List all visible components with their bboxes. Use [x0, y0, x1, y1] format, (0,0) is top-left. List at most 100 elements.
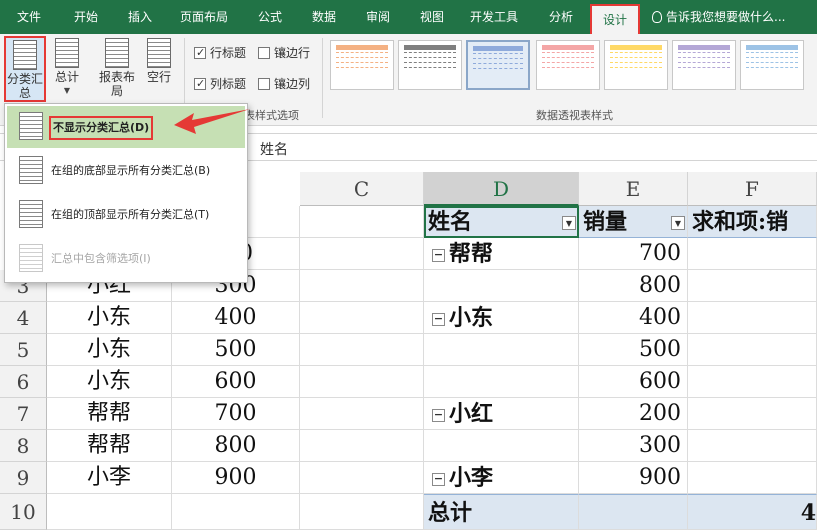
cell-f-empty[interactable] — [688, 462, 817, 494]
tab-review[interactable]: 审阅 — [354, 0, 402, 34]
banded-columns-checkbox[interactable]: 镶边列 — [258, 76, 310, 92]
menu-item-subtotals-bottom[interactable]: 在组的底部显示所有分类汇总(B) — [7, 150, 245, 192]
source-name[interactable]: 帮帮 — [47, 398, 172, 430]
tab-insert[interactable]: 插入 — [116, 0, 164, 34]
cell-f-empty[interactable] — [688, 366, 817, 398]
pivot-group-row[interactable]: − 小东 — [424, 302, 579, 334]
pivot-group-row[interactable] — [424, 430, 579, 462]
source-name[interactable]: 小东 — [47, 366, 172, 398]
cell-f-empty[interactable] — [688, 270, 817, 302]
collapse-icon[interactable]: − — [432, 409, 445, 422]
pivot-group-row[interactable]: − 帮帮 — [424, 238, 579, 270]
pivot-qty[interactable]: 500 — [579, 334, 688, 366]
pivot-qty[interactable]: 300 — [579, 430, 688, 462]
cell-f-empty[interactable] — [688, 238, 817, 270]
pivot-group-row[interactable]: − 小李 — [424, 462, 579, 494]
pivot-qty[interactable]: 200 — [579, 398, 688, 430]
pivot-group-row[interactable] — [424, 270, 579, 302]
row-header[interactable]: 4 — [0, 302, 47, 334]
source-name[interactable]: 小李 — [47, 462, 172, 494]
cell-c-empty[interactable] — [300, 462, 424, 494]
pivot-style-purple[interactable] — [672, 40, 736, 90]
pivot-style-red[interactable] — [536, 40, 600, 90]
tab-page-layout[interactable]: 页面布局 — [172, 0, 236, 34]
tab-formulas[interactable]: 公式 — [246, 0, 294, 34]
column-headers-checkbox[interactable]: 列标题 — [194, 76, 246, 92]
cell-c-empty[interactable] — [300, 366, 424, 398]
tab-file[interactable]: 文件 — [6, 0, 52, 34]
cell-f-empty[interactable] — [688, 430, 817, 462]
pivot-qty[interactable]: 700 — [579, 238, 688, 270]
column-header-f[interactable]: F — [688, 172, 817, 206]
source-name[interactable]: 小东 — [47, 334, 172, 366]
source-qty[interactable]: 800 — [172, 430, 300, 462]
row-header[interactable]: 9 — [0, 462, 47, 494]
grand-totals-button[interactable]: 总计 ▼ — [50, 36, 84, 102]
source-qty[interactable]: 500 — [172, 334, 300, 366]
source-qty[interactable]: 600 — [172, 366, 300, 398]
pivot-style-yellow[interactable] — [604, 40, 668, 90]
cell-f-empty[interactable] — [688, 334, 817, 366]
pivot-qty[interactable]: 800 — [579, 270, 688, 302]
source-qty[interactable]: 400 — [172, 302, 300, 334]
cell-a10[interactable] — [47, 494, 172, 530]
pivot-group-row[interactable]: − 小红 — [424, 398, 579, 430]
column-header-c[interactable]: C — [300, 172, 424, 206]
cell-b10[interactable] — [172, 494, 300, 530]
tell-me-search[interactable]: 告诉我您想要做什么... — [652, 0, 785, 34]
report-layout-button[interactable]: 报表布局 — [96, 36, 138, 102]
subtotals-button[interactable]: 分类汇总 ▼ — [4, 36, 46, 111]
column-header-d[interactable]: D — [424, 172, 579, 206]
cell-c-empty[interactable] — [300, 334, 424, 366]
filter-dropdown-icon[interactable]: ▼ — [562, 216, 576, 230]
cell-c10[interactable] — [300, 494, 424, 530]
tab-data[interactable]: 数据 — [300, 0, 348, 34]
banded-rows-checkbox[interactable]: 镶边行 — [258, 45, 310, 61]
collapse-icon[interactable]: − — [432, 249, 445, 262]
collapse-icon[interactable]: − — [432, 313, 445, 326]
source-name[interactable]: 小东 — [47, 302, 172, 334]
cell-f-empty[interactable] — [688, 398, 817, 430]
pivot-header-name[interactable]: 姓名 ▼ — [424, 206, 579, 238]
pivot-qty[interactable]: 400 — [579, 302, 688, 334]
blank-rows-button[interactable]: 空行 — [142, 36, 176, 102]
pivot-style-orange[interactable] — [330, 40, 394, 90]
pivot-group-row[interactable] — [424, 334, 579, 366]
source-name[interactable]: 帮帮 — [47, 430, 172, 462]
cell-c-empty[interactable] — [300, 238, 424, 270]
pivot-qty[interactable]: 600 — [579, 366, 688, 398]
row-header[interactable]: 10 — [0, 494, 47, 530]
tab-developer[interactable]: 开发工具 — [462, 0, 526, 34]
row-header[interactable]: 8 — [0, 430, 47, 462]
cell-c-empty[interactable] — [300, 398, 424, 430]
pivot-grand-total-sum[interactable]: 4 — [688, 494, 817, 530]
tab-home[interactable]: 开始 — [62, 0, 110, 34]
cell-c-empty[interactable] — [300, 270, 424, 302]
row-header[interactable]: 5 — [0, 334, 47, 366]
row-header[interactable]: 6 — [0, 366, 47, 398]
cell-c-empty[interactable] — [300, 302, 424, 334]
filter-dropdown-icon[interactable]: ▼ — [671, 216, 685, 230]
pivot-grand-total-label[interactable]: 总计 — [424, 494, 579, 530]
tab-view[interactable]: 视图 — [408, 0, 456, 34]
pivot-header-sum[interactable]: 求和项:销 — [688, 206, 817, 238]
source-qty[interactable]: 700 — [172, 398, 300, 430]
pivot-style-blue-selected[interactable] — [466, 40, 530, 90]
collapse-icon[interactable]: − — [432, 473, 445, 486]
pivot-style-teal[interactable] — [740, 40, 804, 90]
cell-c2[interactable] — [300, 206, 424, 238]
column-header-e[interactable]: E — [579, 172, 688, 206]
pivot-style-gray[interactable] — [398, 40, 462, 90]
pivot-grand-total-qty[interactable] — [579, 494, 688, 530]
pivot-qty[interactable]: 900 — [579, 462, 688, 494]
cell-c-empty[interactable] — [300, 430, 424, 462]
row-header[interactable]: 7 — [0, 398, 47, 430]
pivot-group-row[interactable] — [424, 366, 579, 398]
tab-design[interactable]: 设计 — [590, 4, 640, 34]
source-qty[interactable]: 900 — [172, 462, 300, 494]
row-headers-checkbox[interactable]: 行标题 — [194, 45, 246, 61]
cell-f-empty[interactable] — [688, 302, 817, 334]
tab-analyze[interactable]: 分析 — [536, 0, 586, 34]
pivot-header-qty[interactable]: 销量 ▼ — [579, 206, 688, 238]
menu-item-subtotals-top[interactable]: 在组的顶部显示所有分类汇总(T) — [7, 194, 245, 236]
